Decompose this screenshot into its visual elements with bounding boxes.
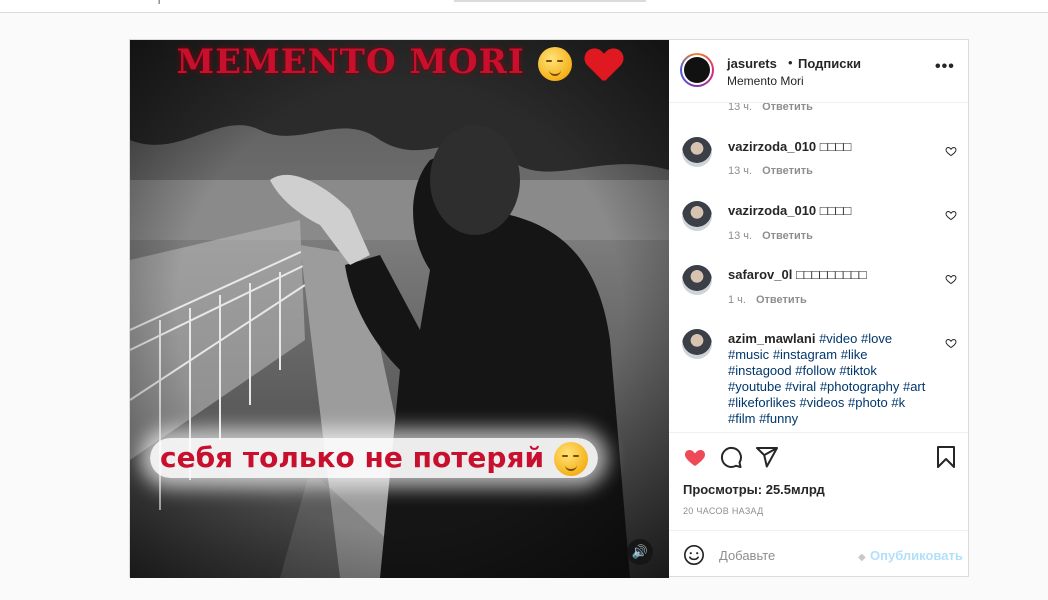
share-icon[interactable] <box>755 445 779 469</box>
like-comment-heart-icon[interactable] <box>945 145 957 157</box>
hashtag-link[interactable]: #k <box>891 395 905 410</box>
comment-meta: 1 ч. Ответить <box>728 294 807 306</box>
drool-emoji-icon <box>537 47 572 81</box>
hashtag-link[interactable]: #tiktok <box>839 363 877 378</box>
post-header: jasurets • Подписки Memento Mori ••• <box>669 40 968 103</box>
hashtag-link[interactable]: #film <box>728 411 755 426</box>
location-link[interactable]: Memento Mori <box>727 74 804 88</box>
relieved-emoji-icon <box>553 442 588 476</box>
hashtag-link[interactable]: #youtube <box>728 379 782 394</box>
video-caption-bottom: себя только не потеряй <box>150 438 598 478</box>
hashtag-link[interactable]: #love <box>861 331 892 346</box>
publish-button[interactable]: ◆ Опубликовать <box>858 548 963 563</box>
hashtag-link[interactable]: #videos <box>800 395 845 410</box>
comment-text: vazirzoda_010 □□□□ <box>728 139 928 155</box>
hashtag-link[interactable]: #funny <box>759 411 798 426</box>
post-actions: Просмотры: 25.5млрд 20 часов назад <box>669 432 968 533</box>
comment-username[interactable]: vazirzoda_010 <box>728 203 816 218</box>
app-logo[interactable]: г <box>158 0 186 4</box>
avatar[interactable] <box>682 137 712 167</box>
comment-text: safarov_0l □□□□□□□□□ <box>728 267 928 283</box>
comment-time: 1 ч. <box>728 294 746 306</box>
reply-button[interactable]: Ответить <box>762 103 813 113</box>
bookmark-icon[interactable] <box>935 445 957 469</box>
post-timestamp[interactable]: 20 часов назад <box>683 506 764 516</box>
hashtag-link[interactable]: #like <box>841 347 868 362</box>
comment-text: azim_mawlani #video #love #music #instag… <box>728 331 928 427</box>
hashtag-link[interactable]: #music <box>728 347 769 362</box>
views-count: Просмотры: 25.5млрд <box>683 482 825 497</box>
comment-text: vazirzoda_010 □□□□ <box>728 203 928 219</box>
search-input[interactable] <box>454 0 646 2</box>
like-comment-heart-icon[interactable] <box>945 337 957 349</box>
hashtag-link[interactable]: #photography <box>820 379 900 394</box>
comment-time: 13 ч. <box>728 230 753 242</box>
comment-meta: 13 ч. Ответить <box>728 165 813 177</box>
avatar[interactable] <box>682 265 712 295</box>
heart-filled-icon[interactable] <box>683 445 707 469</box>
spinner-icon: ◆ <box>858 552 866 563</box>
comment-username[interactable]: vazirzoda_010 <box>728 139 816 154</box>
avatar[interactable] <box>682 201 712 231</box>
smile-icon[interactable] <box>683 544 705 566</box>
hashtag-link[interactable]: #instagram <box>773 347 837 362</box>
comment-body: □□□□ <box>819 139 852 154</box>
caption-bottom-text: себя только не потеряй <box>160 441 545 474</box>
caption-top-text: MEMENTO MORI <box>176 42 525 82</box>
post-card: MEMENTO MORI себя только не потеряй 🔊 ja… <box>129 39 969 578</box>
post-sidebar: jasurets • Подписки Memento Mori ••• 13 … <box>669 40 968 576</box>
comment-input[interactable]: Добавьте <box>719 548 775 563</box>
post-video[interactable]: MEMENTO MORI себя только не потеряй 🔊 <box>130 40 669 578</box>
hashtag-link[interactable]: #viral <box>785 379 816 394</box>
comment-username[interactable]: azim_mawlani <box>728 331 815 346</box>
like-comment-heart-icon[interactable] <box>945 273 957 285</box>
comment-time: 13 ч. <box>728 103 753 113</box>
video-frame <box>130 40 669 578</box>
following-button[interactable]: Подписки <box>798 56 861 71</box>
comment-meta: 13 ч. Ответить <box>728 103 813 113</box>
comment-body: □□□□ <box>819 203 852 218</box>
separator-dot: • <box>788 55 793 70</box>
hashtag-link[interactable]: #video <box>819 331 857 346</box>
video-caption-top: MEMENTO MORI <box>130 42 669 82</box>
views-value: 25.5млрд <box>765 482 825 497</box>
hashtag-link[interactable]: #likeforlikes <box>728 395 796 410</box>
reply-button[interactable]: Ответить <box>756 294 807 306</box>
comment-time: 13 ч. <box>728 165 753 177</box>
avatar[interactable] <box>680 53 714 87</box>
sound-icon[interactable]: 🔊 <box>627 539 653 565</box>
hashtag-link[interactable]: #photo <box>848 395 888 410</box>
publish-label: Опубликовать <box>870 548 963 563</box>
hashtag-link[interactable]: #instagood <box>728 363 792 378</box>
reply-button[interactable]: Ответить <box>762 230 813 242</box>
views-label: Просмотры: <box>683 482 763 497</box>
hashtag-link[interactable]: #art <box>903 379 925 394</box>
username-link[interactable]: jasurets <box>727 56 777 71</box>
red-heart-emoji-icon <box>585 47 623 81</box>
add-comment-bar: Добавьте ◆ Опубликовать <box>669 530 968 577</box>
top-navigation-bar: г <box>0 0 1048 13</box>
comment-list[interactable]: 13 ч. Ответить vazirzoda_010 □□□□ 13 ч. От… <box>669 103 968 431</box>
comment-username[interactable]: safarov_0l <box>728 267 792 282</box>
avatar[interactable] <box>682 329 712 359</box>
more-icon[interactable]: ••• <box>935 58 955 76</box>
comment-icon[interactable] <box>719 445 743 469</box>
reply-button[interactable]: Ответить <box>762 165 813 177</box>
comment-body: □□□□□□□□□ <box>795 267 867 282</box>
like-comment-heart-icon[interactable] <box>945 209 957 221</box>
comment-meta: 13 ч. Ответить <box>728 230 813 242</box>
hashtag-link[interactable]: #follow <box>795 363 835 378</box>
